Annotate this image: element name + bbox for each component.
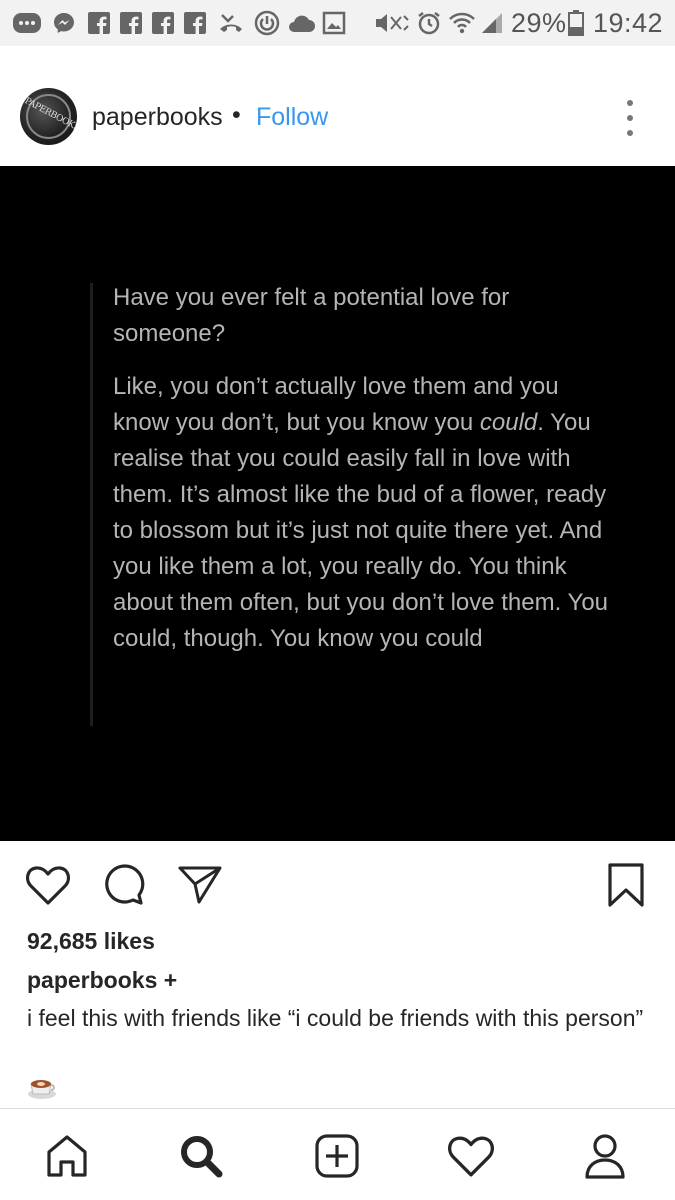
quote-paragraph: Like, you don’t actually love them and y… (113, 369, 613, 657)
alarm-icon (416, 11, 442, 35)
facebook-icon (120, 11, 142, 35)
sync-icon (254, 10, 280, 36)
bottom-navigation (0, 1108, 675, 1200)
more-notifications-icon (12, 11, 42, 35)
battery-percent: 29% (511, 8, 567, 38)
caption-text: i feel this with friends like “i could b… (27, 1005, 644, 1031)
signal-icon (480, 11, 504, 35)
more-options-icon[interactable] (620, 100, 640, 136)
add-post-icon[interactable] (312, 1131, 362, 1181)
quote-text: Have you ever felt a potential love for … (113, 280, 613, 657)
clock: 19:42 (593, 8, 664, 38)
facebook-icon (152, 11, 174, 35)
status-bar: 29% 19:42 (0, 0, 675, 46)
quote-paragraph: Have you ever felt a potential love for … (113, 284, 510, 347)
post-username[interactable]: paperbooks (92, 103, 223, 132)
likes-count[interactable]: 92,685 likes (27, 928, 155, 955)
wifi-icon (448, 11, 476, 35)
quote-bar (90, 283, 93, 726)
quote-emphasis: could (479, 409, 538, 436)
mute-icon (374, 11, 410, 35)
bookmark-icon[interactable] (602, 861, 650, 909)
post-image[interactable]: Have you ever felt a potential love for … (0, 166, 675, 841)
send-icon[interactable] (176, 861, 224, 909)
facebook-icon (184, 11, 206, 35)
home-icon[interactable] (42, 1131, 92, 1181)
image-icon (322, 11, 346, 35)
avatar[interactable]: PAPERBOOKS (20, 88, 77, 145)
separator-dot: • (232, 101, 241, 129)
battery-icon (568, 10, 584, 36)
missed-call-icon (218, 11, 244, 35)
comment-icon[interactable] (100, 861, 148, 909)
post-header: PAPERBOOKS paperbooks • Follow (0, 46, 675, 166)
heart-icon[interactable] (446, 1131, 496, 1181)
caption-username[interactable]: paperbooks + (27, 967, 177, 994)
profile-icon[interactable] (580, 1131, 630, 1181)
coffee-emoji-icon (27, 1072, 57, 1102)
post-actions (0, 841, 675, 921)
facebook-icon (88, 11, 110, 35)
quote-text-part: . You realise that you could easily fall… (113, 409, 609, 652)
search-icon[interactable] (176, 1131, 226, 1181)
cloud-icon (286, 11, 316, 35)
messenger-icon (52, 11, 76, 35)
heart-icon[interactable] (24, 861, 72, 909)
follow-button[interactable]: Follow (256, 103, 328, 132)
